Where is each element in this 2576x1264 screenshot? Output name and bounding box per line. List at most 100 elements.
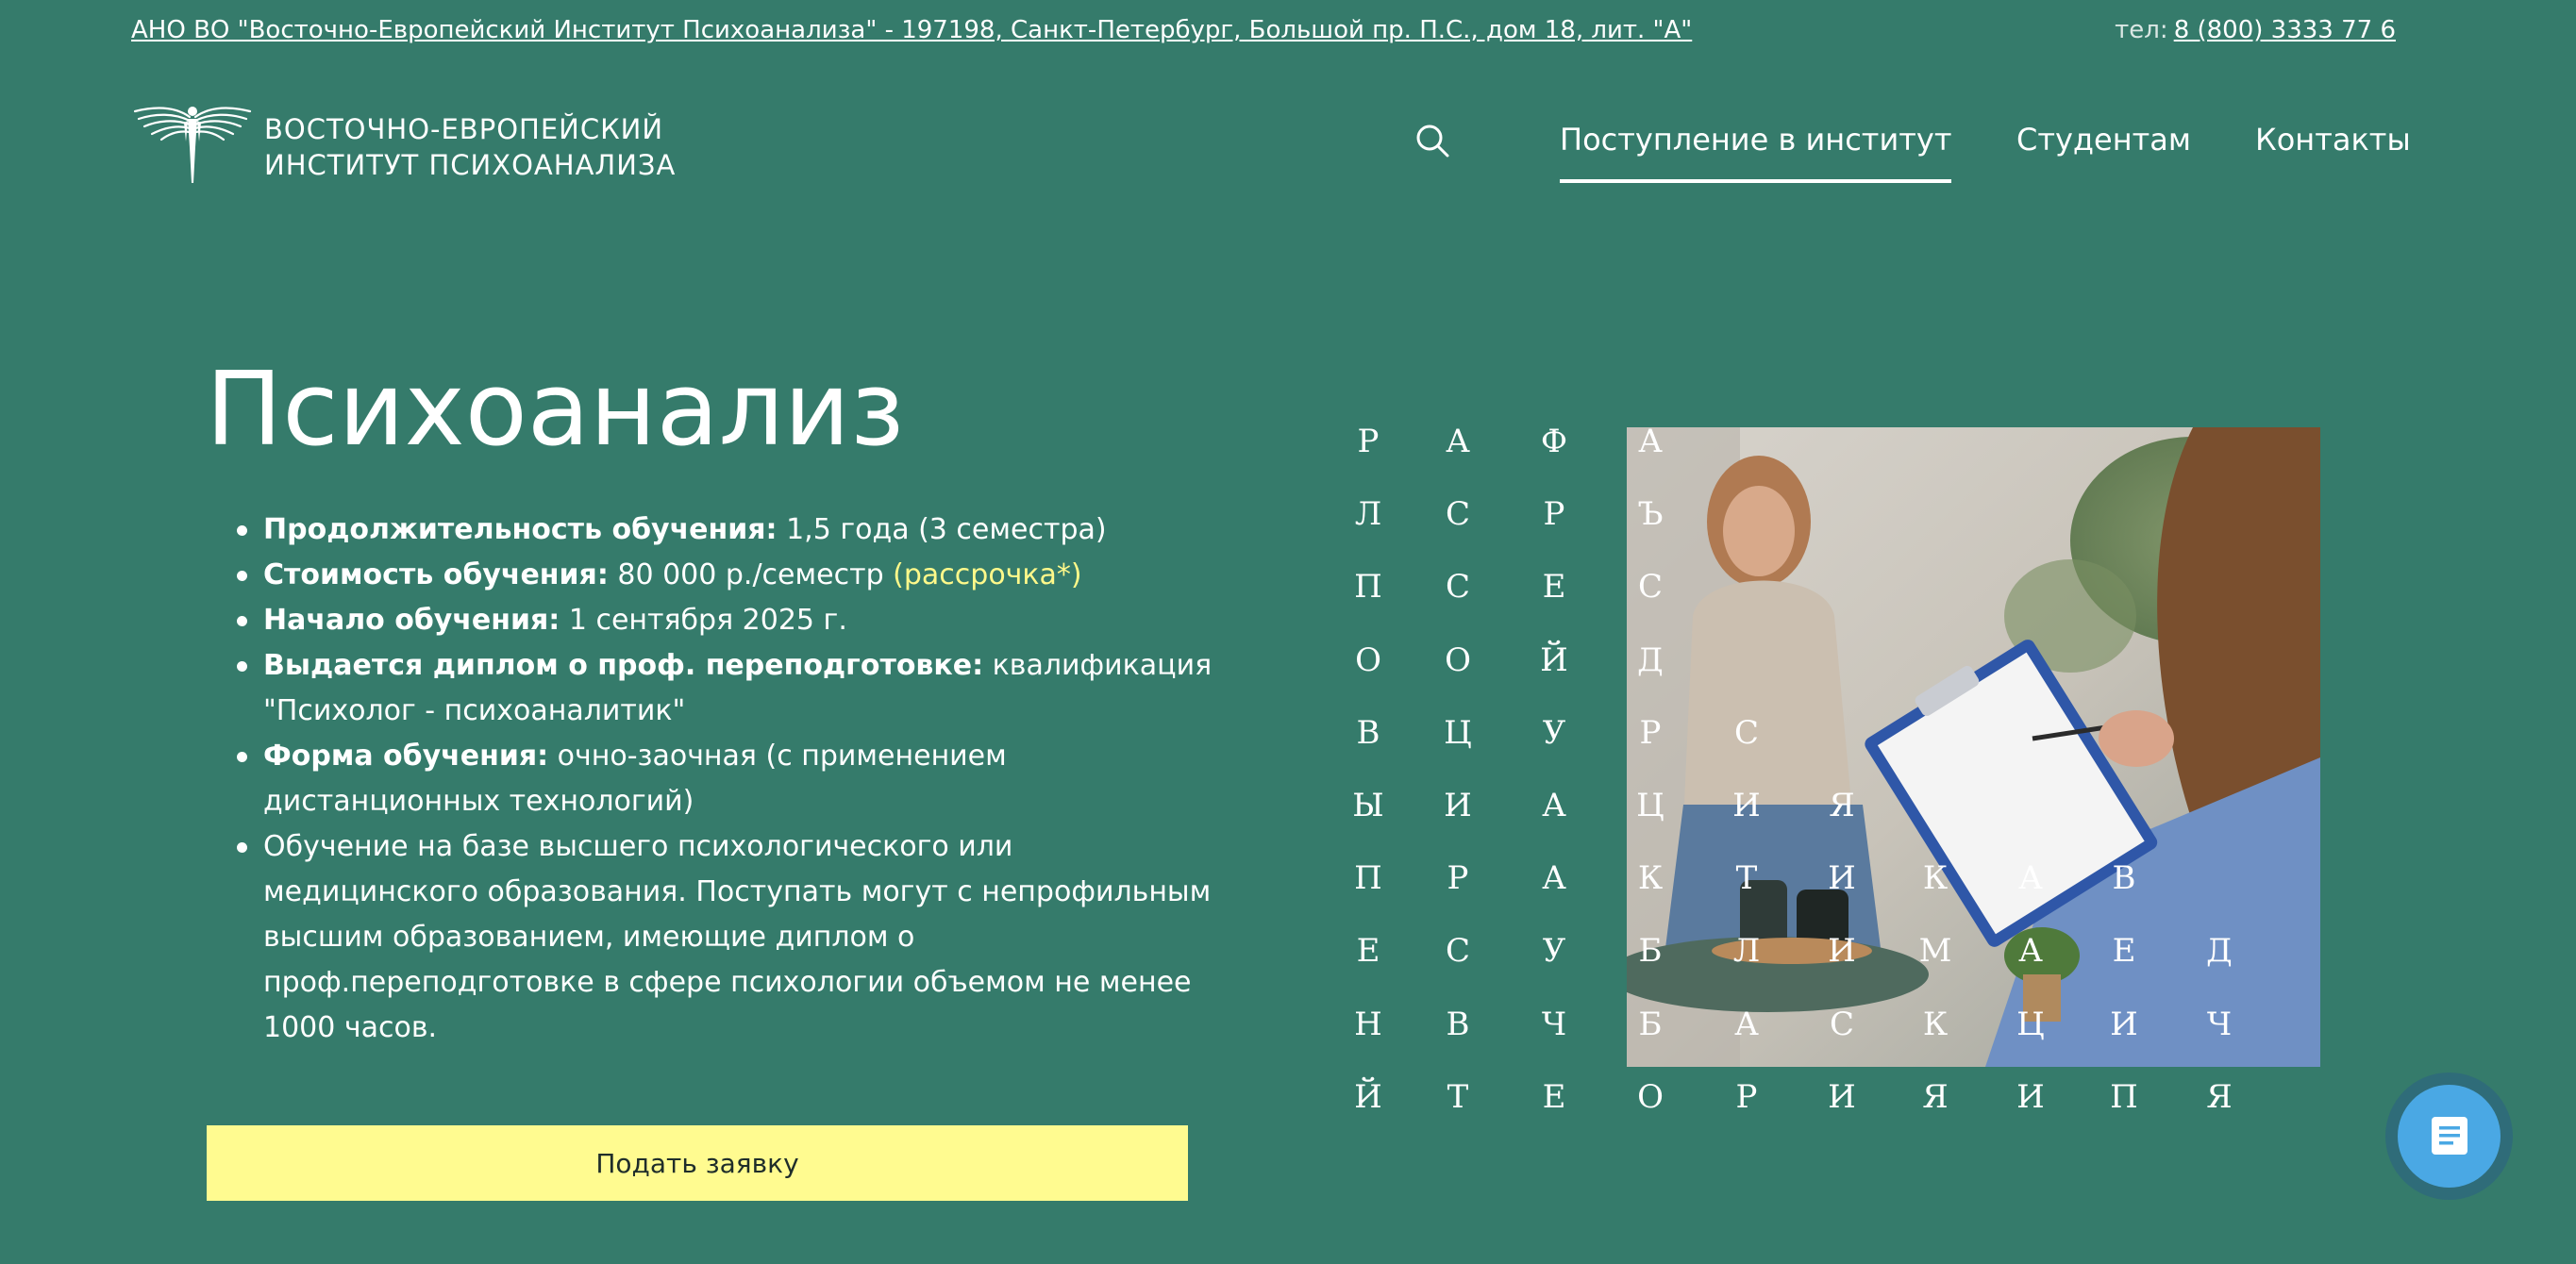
grid-letter: Т xyxy=(1447,1078,1469,1116)
grid-letter: С xyxy=(1445,495,1470,533)
grid-letter: О xyxy=(1355,641,1381,679)
grid-letter: У xyxy=(1542,714,1566,752)
grid-letter: М xyxy=(1918,932,1952,970)
grid-letter: Ы xyxy=(1352,787,1384,824)
grid-letter: И xyxy=(1828,932,1856,970)
list-item: Стоимость обучения: 80 000 р./семестр (р… xyxy=(235,553,1226,598)
grid-letter: Е xyxy=(1356,932,1380,970)
list-item: Форма обучения: очно-заочная (с применен… xyxy=(235,734,1226,824)
grid-letter: Ч xyxy=(2206,1006,2233,1043)
grid-letter: И xyxy=(1732,787,1761,824)
chat-button[interactable] xyxy=(2385,1073,2513,1200)
grid-letter: Я xyxy=(2206,1078,2233,1116)
grid-letter: К xyxy=(1922,1006,1949,1043)
grid-letter: Д xyxy=(2206,932,2233,970)
fact-value: 1,5 года (3 семестра) xyxy=(777,513,1107,546)
grid-letter: Р xyxy=(1447,859,1469,897)
brand-line-1: ВОСТОЧНО-ЕВРОПЕЙСКИЙ xyxy=(264,113,664,145)
grid-letter: Б xyxy=(1638,932,1663,970)
grid-letter: П xyxy=(1354,859,1382,897)
grid-letter: Р xyxy=(1357,423,1380,460)
grid-letter: К xyxy=(1637,859,1664,897)
grid-letter: П xyxy=(1354,568,1382,606)
grid-letter: И xyxy=(2016,1078,2045,1116)
grid-letter: А xyxy=(1542,787,1566,824)
grid-letter: В xyxy=(1356,714,1380,752)
grid-letter: Н xyxy=(1354,1006,1382,1043)
winged-figure-logo-icon[interactable] xyxy=(131,100,254,187)
fact-label: Выдается диплом о проф. переподготовке: xyxy=(263,649,984,682)
brand-line-2: ИНСТИТУТ ПСИХОАНАЛИЗА xyxy=(264,149,677,181)
grid-letter: Л xyxy=(1354,495,1382,533)
grid-letter: А xyxy=(1446,423,1470,460)
fact-value: 80 000 р./семестр xyxy=(608,558,894,591)
grid-letter: Е xyxy=(2112,932,2136,970)
grid-letter: С xyxy=(1445,932,1470,970)
grid-letter: О xyxy=(1445,641,1471,679)
grid-letter: Я xyxy=(1829,787,1855,824)
grid-letter: Р xyxy=(1543,495,1565,533)
grid-letter: Ц xyxy=(1636,787,1664,824)
list-item: Выдается диплом о проф. переподготовке: … xyxy=(235,643,1226,734)
grid-letter: И xyxy=(1828,859,1856,897)
nav-item-students[interactable]: Студентам xyxy=(2016,119,2191,179)
grid-letter: С xyxy=(1733,714,1759,752)
grid-letter: Ц xyxy=(1444,714,1472,752)
apply-button[interactable]: Подать заявку xyxy=(207,1125,1188,1201)
chat-document-icon xyxy=(2432,1117,2467,1155)
grid-letter: К xyxy=(1922,859,1949,897)
search-icon[interactable] xyxy=(1413,122,1451,159)
grid-letter: Р xyxy=(1735,1078,1758,1116)
grid-letter: Й xyxy=(1354,1078,1382,1116)
page-title: Психоанализ xyxy=(206,351,905,469)
brand-name[interactable]: ВОСТОЧНО-ЕВРОПЕЙСКИЙ ИНСТИТУТ ПСИХОАНАЛИ… xyxy=(264,111,676,183)
phone-link[interactable]: 8 (800) 3333 77 6 xyxy=(2174,16,2396,44)
grid-letter: Ф xyxy=(1540,423,1568,460)
grid-letter: П xyxy=(2110,1078,2138,1116)
grid-letter: Р xyxy=(1639,714,1662,752)
letter-grid: РАФАЛСРЪПСЕСООЙДВЦУРСЫИАЦИЯПРАКТИКАВЕСУБ… xyxy=(1340,413,2302,1149)
grid-letter: А xyxy=(2018,859,2043,897)
grid-letter: Я xyxy=(1922,1078,1949,1116)
installment-link[interactable]: (рассрочка*) xyxy=(893,558,1081,591)
grid-letter: И xyxy=(1828,1078,1856,1116)
grid-letter: У xyxy=(1542,932,1566,970)
grid-letter: С xyxy=(1829,1006,1854,1043)
nav-item-admission[interactable]: Поступление в институт xyxy=(1560,119,1952,183)
address-link[interactable]: АНО ВО "Восточно-Европейский Институт Пс… xyxy=(131,13,1692,47)
fact-value: Обучение на базе высшего психологическог… xyxy=(263,830,1212,1044)
fact-label: Продолжительность обучения: xyxy=(263,513,778,546)
grid-letter: В xyxy=(1446,1006,1470,1043)
nav-item-contacts[interactable]: Контакты xyxy=(2255,119,2411,179)
grid-letter: А xyxy=(1542,859,1566,897)
grid-letter: О xyxy=(1637,1078,1664,1116)
grid-letter: Е xyxy=(1542,1078,1566,1116)
site-header: ВОСТОЧНО-ЕВРОПЕЙСКИЙ ИНСТИТУТ ПСИХОАНАЛИ… xyxy=(131,91,2411,194)
list-item: Обучение на базе высшего психологическог… xyxy=(235,824,1226,1051)
fact-label: Стоимость обучения: xyxy=(263,558,609,591)
grid-letter: Ц xyxy=(2016,1006,2045,1043)
fact-label: Начало обучения: xyxy=(263,604,560,637)
grid-letter: Т xyxy=(1735,859,1758,897)
grid-letter: Й xyxy=(1540,641,1568,679)
grid-letter: Ъ xyxy=(1637,495,1664,533)
fact-label: Форма обучения: xyxy=(263,740,549,773)
grid-letter: А xyxy=(1638,423,1663,460)
grid-letter: Л xyxy=(1732,932,1761,970)
fact-value: 1 сентября 2025 г. xyxy=(560,604,847,637)
grid-letter: Е xyxy=(1542,568,1566,606)
phone-block: тел: 8 (800) 3333 77 6 xyxy=(2115,13,2396,47)
program-facts-list: Продолжительность обучения: 1,5 года (3 … xyxy=(235,507,1226,1051)
grid-letter: В xyxy=(2112,859,2136,897)
list-item: Начало обучения: 1 сентября 2025 г. xyxy=(235,598,1226,643)
grid-letter: Д xyxy=(1637,641,1664,679)
grid-letter: А xyxy=(2018,932,2043,970)
list-item: Продолжительность обучения: 1,5 года (3 … xyxy=(235,507,1226,553)
top-bar: АНО ВО "Восточно-Европейский Институт Пс… xyxy=(0,0,2576,60)
grid-letter: С xyxy=(1445,568,1470,606)
grid-letter: С xyxy=(1637,568,1663,606)
grid-letter: А xyxy=(1734,1006,1759,1043)
grid-letter: И xyxy=(2110,1006,2138,1043)
grid-letter: Ч xyxy=(1541,1006,1567,1043)
phone-label: тел: xyxy=(2115,16,2168,44)
